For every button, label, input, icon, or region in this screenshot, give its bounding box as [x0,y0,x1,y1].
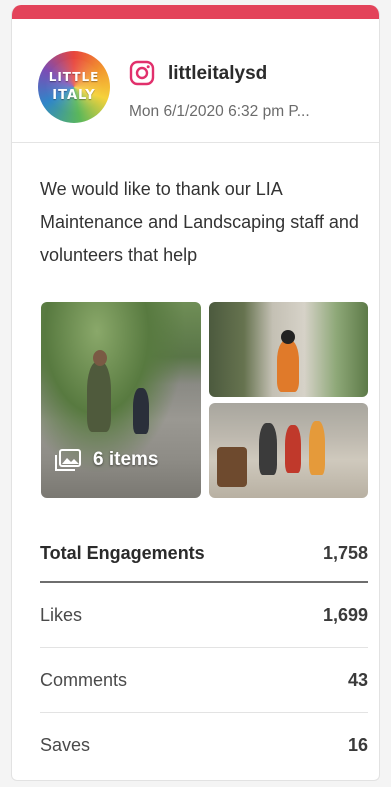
media-count-label: 6 items [93,449,159,470]
accent-bar [12,5,379,19]
media-image-top-right[interactable] [209,302,368,397]
avatar-logo-text-line2: ITALY [52,88,96,103]
media-image-main[interactable]: 6 items [41,302,201,498]
image-figure-child [133,388,149,434]
stat-label: Comments [40,669,128,690]
stat-value: 43 [347,669,368,690]
image-figure-vest [277,340,299,392]
caption-fade [302,239,362,272]
image-figure [259,423,277,475]
media-gallery[interactable]: 6 items [41,302,368,498]
stat-row-saves: Saves 16 [40,713,368,778]
image-object [217,447,247,487]
avatar-logo-text-line1: LITTLE [48,70,100,84]
post-card: LITTLE ITALY littleitalysd Mon 6/1/2020 … [11,5,380,781]
post-timestamp: Mon 6/1/2020 6:32 pm P... [129,103,310,120]
stat-row-total-engagements: Total Engagements 1,758 [40,525,368,583]
stat-row-comments: Comments 43 [40,648,368,713]
instagram-icon [129,60,155,86]
image-figure [309,421,325,475]
image-figure-head [93,350,107,366]
stat-value: 16 [347,735,368,755]
stat-value: 1,758 [322,542,368,563]
avatar[interactable]: LITTLE ITALY [38,51,110,123]
engagement-stats: Total Engagements 1,758 Likes 1,699 Comm… [40,525,368,778]
stat-label: Likes [40,604,83,625]
gallery-icon [55,449,81,471]
post-header: LITTLE ITALY littleitalysd Mon 6/1/2020 … [12,19,379,143]
account-handle[interactable]: littleitalysd [168,63,267,85]
image-figure [285,425,301,473]
media-count-badge: 6 items [41,430,201,488]
stat-value: 1,699 [322,604,368,625]
image-figure [87,362,111,432]
media-image-bottom-right[interactable] [209,403,368,498]
image-figure-head [281,330,295,344]
stat-label: Total Engagements [40,542,205,563]
stat-label: Saves [40,735,91,755]
stat-row-likes: Likes 1,699 [40,583,368,648]
